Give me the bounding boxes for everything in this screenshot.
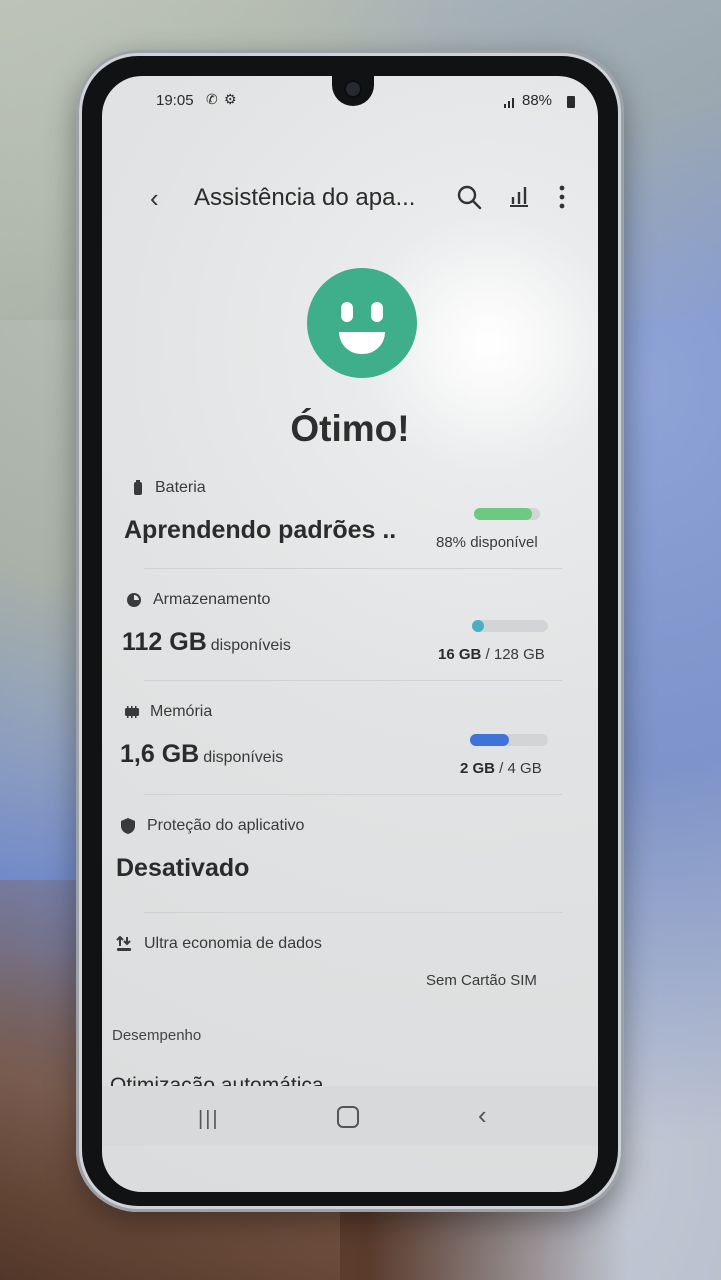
nav-back-icon[interactable]: ‹ — [478, 1100, 487, 1131]
battery-value: Aprendendo padrões .. — [124, 516, 397, 544]
memory-detail: 2 GB / 4 GB — [460, 760, 542, 777]
storage-separator: / — [481, 646, 494, 663]
divider — [144, 680, 562, 681]
status-smiley-icon — [307, 268, 417, 378]
more-options-icon[interactable] — [558, 184, 566, 210]
smiley-mouth — [339, 332, 385, 354]
memory-label: Memória — [150, 703, 213, 720]
battery-icon — [567, 96, 575, 108]
status-headline: Ótimo! — [290, 408, 410, 449]
app-protection-value: Desativado — [116, 854, 250, 882]
battery-bar — [474, 508, 540, 520]
battery-label: Bateria — [155, 479, 206, 496]
battery-small-icon — [134, 480, 142, 495]
memory-total: 4 GB — [507, 760, 542, 777]
storage-value: 112 GB disponíveis — [122, 628, 291, 657]
status-battery-percent: 88% — [522, 92, 553, 109]
divider — [144, 568, 562, 569]
app-bar: ‹ Assistência do apa... — [102, 174, 598, 222]
status-time: 19:05 — [156, 92, 194, 109]
smiley-eye-right — [371, 302, 383, 322]
back-arrow-icon[interactable]: ‹ — [150, 185, 159, 211]
memory-amount: 1,6 GB — [120, 740, 200, 768]
smiley-eye-left — [341, 302, 353, 322]
data-saver-detail: Sem Cartão SIM — [426, 972, 537, 989]
navigation-bar: ||| ‹ — [102, 1086, 598, 1146]
memory-bar — [470, 734, 548, 746]
shield-icon — [121, 818, 135, 834]
data-saver-label: Ultra economia de dados — [144, 935, 322, 952]
phone-bezel: 19:05 ✆ ⚙ 88% ‹ Assistência do apa... Ót… — [82, 56, 618, 1206]
storage-total: 128 GB — [493, 646, 545, 663]
storage-bar — [472, 620, 548, 632]
divider — [144, 912, 562, 913]
storage-suffix: disponíveis — [210, 637, 291, 654]
report-chart-icon[interactable] — [508, 184, 530, 208]
memory-used: 2 GB — [460, 760, 496, 777]
storage-pie-icon — [127, 593, 141, 607]
phone-call-icon: ✆ — [206, 91, 218, 107]
memory-suffix: disponíveis — [203, 749, 284, 766]
divider — [144, 794, 562, 795]
memory-chip-icon — [125, 706, 139, 718]
storage-bar-fill — [472, 620, 484, 632]
home-icon[interactable] — [337, 1106, 359, 1128]
storage-label: Armazenamento — [153, 591, 271, 608]
storage-used: 16 GB — [438, 646, 482, 663]
battery-detail: 88% disponível — [436, 534, 538, 551]
device-screen: 19:05 ✆ ⚙ 88% ‹ Assistência do apa... Ót… — [102, 76, 598, 1192]
search-icon[interactable] — [456, 184, 482, 210]
settings-gear-icon: ⚙ — [224, 91, 237, 107]
memory-bar-fill — [470, 734, 509, 746]
page-title: Assistência do apa... — [194, 184, 416, 211]
memory-separator: / — [495, 760, 508, 777]
app-protection-label: Proteção do aplicativo — [147, 817, 305, 834]
recent-apps-icon[interactable]: ||| — [198, 1108, 220, 1131]
data-saver-icon — [116, 936, 131, 951]
signal-icon — [504, 98, 514, 108]
status-bar: 19:05 ✆ ⚙ 88% — [102, 88, 598, 114]
battery-bar-fill — [474, 508, 532, 520]
performance-section-label: Desempenho — [112, 1027, 202, 1044]
storage-amount: 112 GB — [122, 628, 207, 656]
storage-detail: 16 GB / 128 GB — [438, 646, 545, 663]
memory-value: 1,6 GB disponíveis — [120, 740, 283, 769]
phone-frame: 19:05 ✆ ⚙ 88% ‹ Assistência do apa... Ót… — [76, 50, 624, 1212]
